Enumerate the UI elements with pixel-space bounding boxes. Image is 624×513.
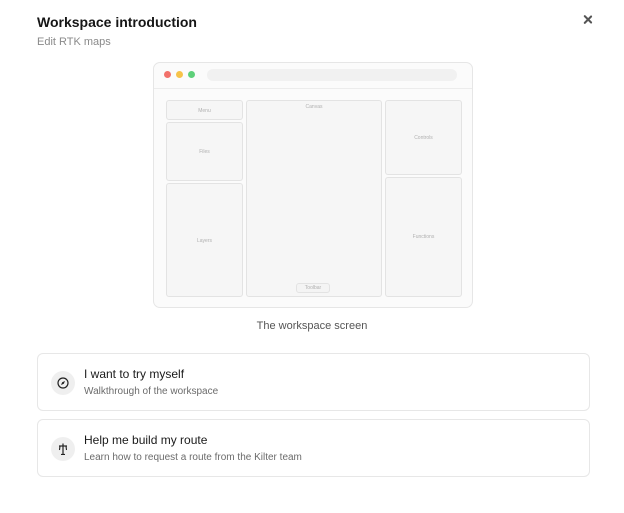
- preview-canvas-panel: Canvas: [246, 100, 382, 297]
- preview-toolbar-label: Toolbar: [296, 283, 330, 293]
- preview-caption: The workspace screen: [256, 320, 368, 332]
- preview-layers-panel: Layers: [166, 183, 243, 297]
- preview-canvas-label: Canvas: [305, 104, 323, 110]
- option-title: I want to try myself: [84, 367, 185, 381]
- preview-files-label: Files: [199, 149, 210, 155]
- preview-functions-label: Functions: [412, 234, 435, 240]
- page-subtitle: Edit RTK maps: [37, 36, 111, 48]
- preview-controls-panel: Controls: [385, 100, 462, 175]
- workspace-preview: Menu Files Layers Canvas Toolbar Control…: [153, 62, 473, 308]
- option-description: Learn how to request a route from the Ki…: [84, 452, 302, 463]
- try-myself-option[interactable]: I want to try myself Walkthrough of the …: [37, 353, 590, 411]
- route-sign-icon: [51, 437, 75, 461]
- option-title: Help me build my route: [84, 433, 208, 447]
- preview-menu-label: Menu: [198, 108, 211, 114]
- build-route-option[interactable]: Help me build my route Learn how to requ…: [37, 419, 590, 477]
- compass-icon: [51, 371, 75, 395]
- window-chrome: [154, 63, 472, 89]
- preview-functions-panel: Functions: [385, 177, 462, 297]
- maximize-dot-icon: [188, 71, 195, 78]
- preview-menu-panel: Menu: [166, 100, 243, 120]
- close-icon[interactable]: [580, 12, 596, 28]
- address-bar: [207, 69, 457, 81]
- page-title: Workspace introduction: [37, 14, 197, 30]
- option-description: Walkthrough of the workspace: [84, 386, 219, 397]
- minimize-dot-icon: [176, 71, 183, 78]
- preview-controls-label: Controls: [414, 135, 433, 141]
- close-dot-icon: [164, 71, 171, 78]
- preview-files-panel: Files: [166, 122, 243, 181]
- preview-layers-label: Layers: [196, 238, 212, 244]
